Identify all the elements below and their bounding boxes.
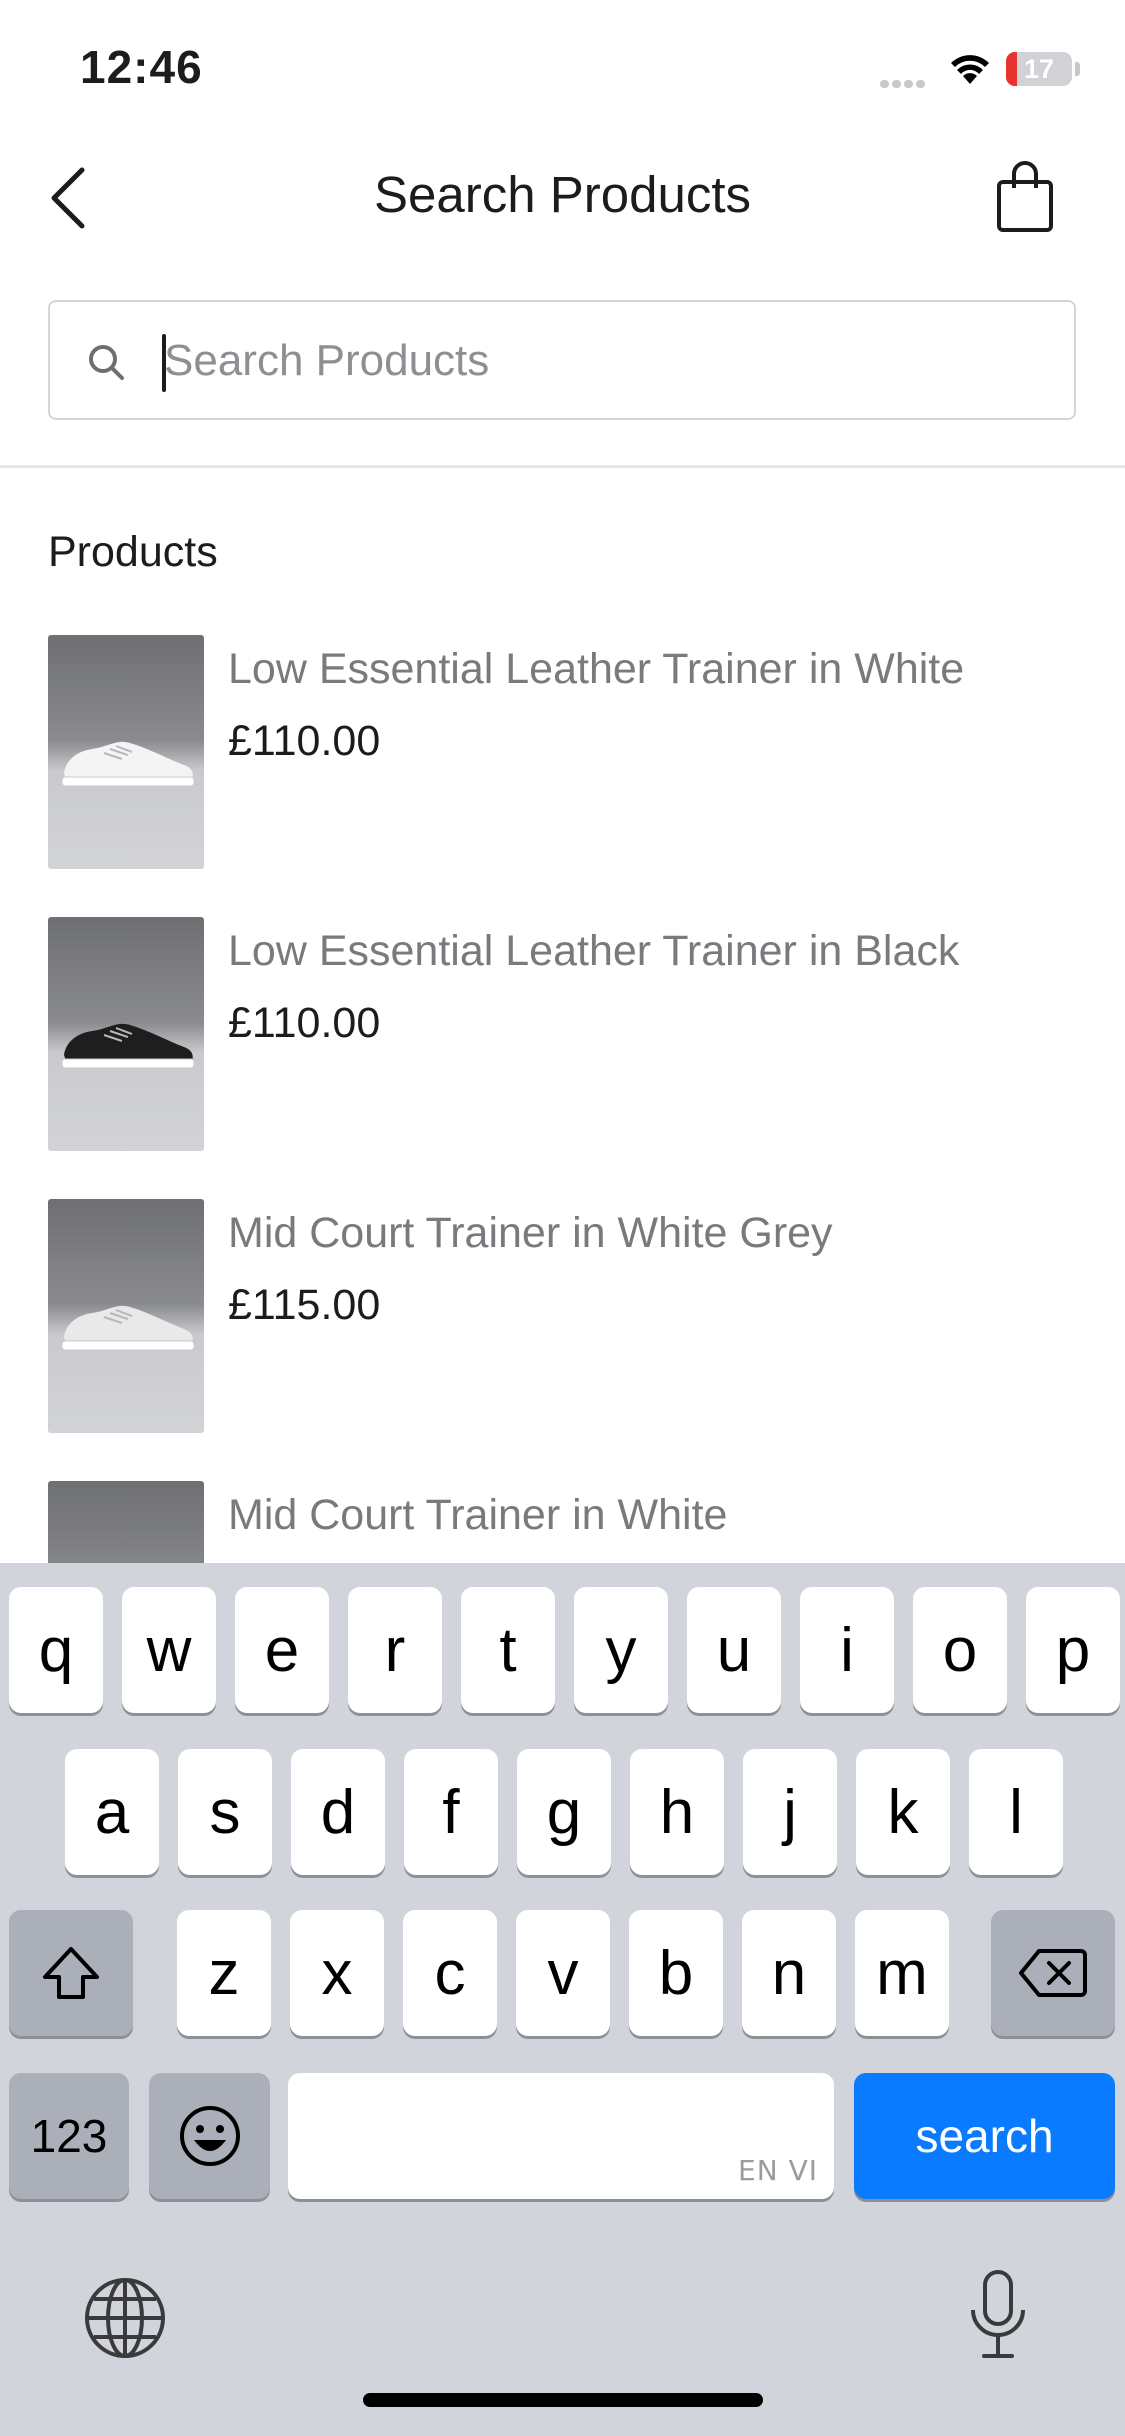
- key-l[interactable]: l: [969, 1749, 1063, 1875]
- product-name: Mid Court Trainer in White: [228, 1491, 728, 1539]
- home-indicator: [363, 2393, 763, 2407]
- back-button[interactable]: [40, 160, 100, 236]
- shoe-image: [61, 1023, 195, 1069]
- product-price: £115.00: [228, 1281, 381, 1329]
- product-image: [48, 1481, 204, 1565]
- key-a[interactable]: a: [65, 1749, 159, 1875]
- product-image: [48, 1199, 204, 1433]
- battery-nub: [1075, 62, 1080, 76]
- shift-key[interactable]: [9, 1910, 133, 2036]
- status-time: 12:46: [80, 41, 203, 93]
- key-u[interactable]: u: [687, 1587, 781, 1713]
- battery-level: 17: [1023, 54, 1055, 84]
- search-field[interactable]: [48, 300, 1076, 420]
- product-image: [48, 635, 204, 869]
- key-m[interactable]: m: [855, 1910, 949, 2036]
- shopping-bag-icon: [997, 161, 1053, 232]
- key-d[interactable]: d: [291, 1749, 385, 1875]
- product-name: Low Essential Leather Trainer in White: [228, 645, 965, 693]
- keyboard-language: EN VI: [738, 2154, 818, 2187]
- page-title: Search Products: [373, 166, 752, 223]
- emoji-icon: [179, 2106, 240, 2166]
- microphone-icon[interactable]: [966, 2268, 1030, 2364]
- key-g[interactable]: g: [517, 1749, 611, 1875]
- battery-icon: 17: [1006, 52, 1072, 86]
- product-name: Mid Court Trainer in White Grey: [228, 1209, 833, 1257]
- search-key[interactable]: search: [854, 2073, 1115, 2199]
- product-item[interactable]: Low Essential Leather Trainer in White £…: [0, 635, 1125, 917]
- product-item[interactable]: Mid Court Trainer in White Grey £115.00: [0, 1199, 1125, 1481]
- cart-button[interactable]: [990, 160, 1060, 236]
- key-j[interactable]: j: [743, 1749, 837, 1875]
- key-e[interactable]: e: [235, 1587, 329, 1713]
- key-f[interactable]: f: [404, 1749, 498, 1875]
- key-t[interactable]: t: [461, 1587, 555, 1713]
- key-v[interactable]: v: [516, 1910, 610, 2036]
- search-input[interactable]: [164, 324, 1044, 398]
- key-i[interactable]: i: [800, 1587, 894, 1713]
- emoji-key[interactable]: [149, 2073, 270, 2199]
- key-q[interactable]: q: [9, 1587, 103, 1713]
- cellular-signal-icon: [880, 75, 934, 88]
- key-b[interactable]: b: [629, 1910, 723, 2036]
- globe-icon[interactable]: [82, 2275, 168, 2361]
- chevron-left-icon: [51, 167, 85, 229]
- shoe-image: [61, 741, 195, 787]
- product-item[interactable]: Low Essential Leather Trainer in Black £…: [0, 917, 1125, 1199]
- product-image: [48, 917, 204, 1151]
- header-divider: [0, 465, 1125, 468]
- shoe-image: [61, 1305, 195, 1351]
- key-s[interactable]: s: [178, 1749, 272, 1875]
- key-y[interactable]: y: [574, 1587, 668, 1713]
- product-price: £110.00: [228, 999, 381, 1047]
- product-price: £110.00: [228, 717, 381, 765]
- key-z[interactable]: z: [177, 1910, 271, 2036]
- key-h[interactable]: h: [630, 1749, 724, 1875]
- text-caret: [162, 334, 166, 392]
- key-r[interactable]: r: [348, 1587, 442, 1713]
- key-x[interactable]: x: [290, 1910, 384, 2036]
- product-list: Low Essential Leather Trainer in White £…: [0, 635, 1125, 1565]
- key-n[interactable]: n: [742, 1910, 836, 2036]
- product-name: Low Essential Leather Trainer in Black: [228, 927, 960, 975]
- key-o[interactable]: o: [913, 1587, 1007, 1713]
- search-icon: [89, 345, 124, 380]
- section-title: Products: [48, 528, 218, 576]
- keyboard: qwertyuiop asdfghjkl zxcvbnm 123 EN VI s…: [0, 1563, 1125, 2436]
- key-c[interactable]: c: [403, 1910, 497, 2036]
- delete-icon: [1019, 1949, 1087, 1997]
- status-bar: 12:46 17: [0, 0, 1125, 135]
- space-key[interactable]: EN VI: [288, 2073, 834, 2199]
- shift-icon: [43, 1947, 99, 1999]
- delete-key[interactable]: [991, 1910, 1115, 2036]
- key-w[interactable]: w: [122, 1587, 216, 1713]
- key-k[interactable]: k: [856, 1749, 950, 1875]
- key-p[interactable]: p: [1026, 1587, 1120, 1713]
- product-item[interactable]: Mid Court Trainer in White: [0, 1481, 1125, 1565]
- numbers-key[interactable]: 123: [9, 2073, 129, 2199]
- wifi-icon: [951, 55, 989, 84]
